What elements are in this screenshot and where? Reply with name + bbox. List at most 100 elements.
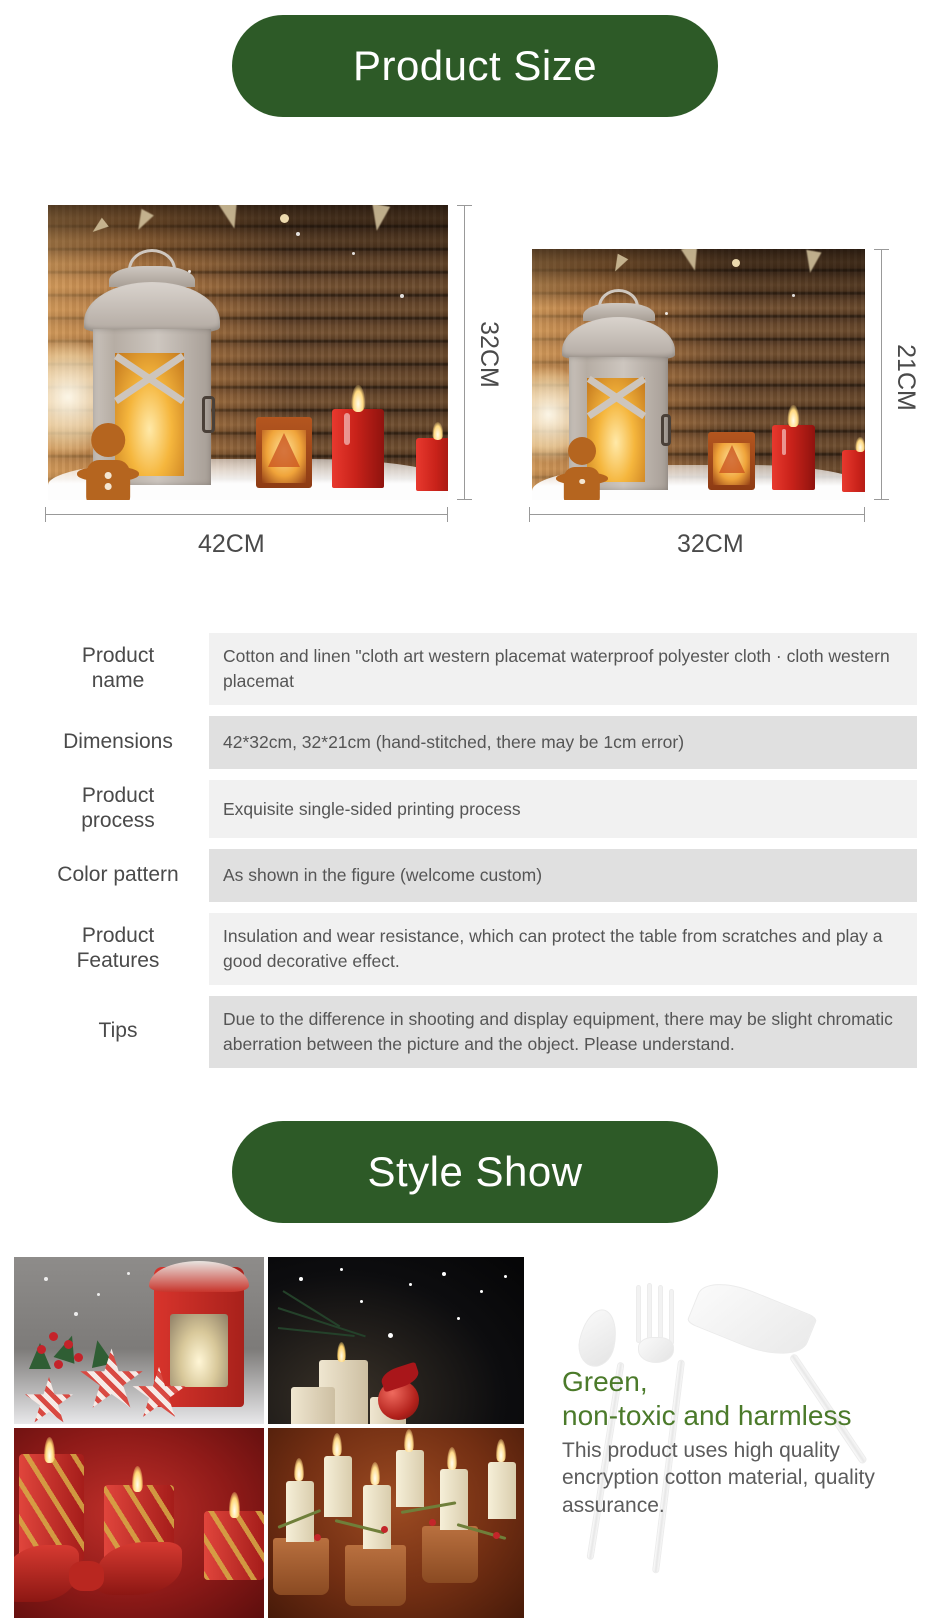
height-ruler-large <box>457 205 472 500</box>
snow-speck <box>480 1289 484 1293</box>
terracotta-pot <box>421 1526 478 1584</box>
lantern-latch <box>202 395 216 434</box>
tealight-holder <box>708 432 756 490</box>
red-lantern <box>148 1261 250 1407</box>
lantern-window-glow <box>170 1314 228 1388</box>
snow-speck <box>408 1283 412 1287</box>
fork-icon <box>636 1284 641 1343</box>
candle-flame <box>337 1341 347 1362</box>
snow-speck <box>74 1311 78 1316</box>
gingerbread-head <box>91 423 125 457</box>
candle-flame <box>495 1438 506 1462</box>
promo-body: This product uses high quality encryptio… <box>562 1438 875 1517</box>
placemat-image-small <box>532 249 865 500</box>
white-pillar-candle <box>291 1386 335 1424</box>
table-row: Product name Cotton and linen "cloth art… <box>33 633 917 705</box>
candle-flame <box>370 1461 381 1485</box>
snow-speck <box>791 294 795 298</box>
white-candle <box>362 1484 391 1550</box>
red-candle-large <box>771 405 816 490</box>
gingerbread-man <box>76 423 140 500</box>
height-label-small: 21CM <box>891 344 920 411</box>
lantern-roof <box>84 282 220 332</box>
snow-speck <box>360 1300 364 1303</box>
spec-key: Product process <box>81 784 155 832</box>
product-size-banner-wrap: Product Size <box>0 15 950 117</box>
gallery-row <box>14 1427 524 1618</box>
snow-speck <box>339 1268 343 1272</box>
gallery-image-votive-pots <box>268 1427 524 1618</box>
lantern-cap <box>148 1261 250 1292</box>
width-label-large: 42CM <box>198 530 265 558</box>
spec-value: Due to the difference in shooting and di… <box>209 995 917 1068</box>
style-show-section: Green, non-toxic and harmless This produ… <box>0 1256 950 1618</box>
table-row: Dimensions 42*32cm, 32*21cm (hand-stitch… <box>33 715 917 769</box>
white-candle <box>488 1461 517 1519</box>
spec-key: Dimensions <box>63 729 173 753</box>
spoon-icon <box>574 1305 622 1370</box>
table-row: Product process Exquisite single-sided p… <box>33 779 917 839</box>
fabric-star-ornament <box>80 1348 143 1408</box>
tree-cutout-icon <box>718 444 745 473</box>
candle-flame <box>229 1492 240 1519</box>
white-candle <box>324 1456 353 1517</box>
candle-flame <box>855 437 865 452</box>
snow-speck <box>296 231 300 236</box>
spec-value: Exquisite single-sided printing process <box>209 779 917 839</box>
gallery-row <box>14 1256 524 1424</box>
snow-speck <box>388 1333 394 1339</box>
red-candle-small <box>416 422 448 492</box>
spec-key: Product name <box>81 644 155 692</box>
candle-flame <box>131 1465 143 1492</box>
red-berry <box>49 1331 58 1341</box>
fork-neck <box>638 1336 674 1363</box>
gingerbread-torso <box>86 460 130 500</box>
snow-speck <box>280 213 289 223</box>
fork-icon <box>669 1288 674 1345</box>
candle-highlight <box>344 413 350 446</box>
promo-text: Green, non-toxic and harmless This produ… <box>562 1365 922 1519</box>
terracotta-pot <box>273 1537 330 1595</box>
white-candle <box>396 1450 425 1508</box>
candle-flame <box>44 1437 55 1464</box>
fir-branch <box>282 1290 341 1328</box>
width-ruler-small <box>529 507 865 522</box>
christmas-lantern-scene-small <box>532 249 865 500</box>
candle-highlight <box>782 428 787 455</box>
snow-speck <box>44 1276 48 1281</box>
spec-value: 42*32cm, 32*21cm (hand-stitched, there m… <box>209 715 917 769</box>
red-berry <box>74 1353 83 1363</box>
fork-icon <box>647 1282 652 1345</box>
table-row: Product Features Insulation and wear res… <box>33 913 917 985</box>
terracotta-pot <box>344 1545 407 1607</box>
product-size-banner-label: Product Size <box>352 42 598 89</box>
fabric-star-ornament <box>25 1376 73 1423</box>
spec-value: As shown in the figure (welcome custom) <box>209 849 917 903</box>
red-candle-small <box>841 437 865 493</box>
gallery-image-night-candles <box>268 1256 524 1424</box>
size-diagram: 32CM 42CM 21CM 32CM <box>0 205 950 605</box>
red-berry <box>314 1533 322 1541</box>
red-gold-candle <box>204 1511 264 1580</box>
spec-value: Cotton and linen "cloth art western plac… <box>209 633 917 705</box>
gingerbread-button <box>579 478 585 485</box>
spec-key: Color pattern <box>57 863 179 887</box>
promo-title: Green, non-toxic and harmless <box>562 1365 922 1433</box>
width-label-small: 32CM <box>677 530 744 558</box>
snow-speck <box>96 1293 100 1297</box>
red-berry <box>36 1345 46 1355</box>
gallery-image-red-lantern <box>14 1256 264 1424</box>
knife-icon <box>686 1272 818 1368</box>
tree-cutout-icon <box>268 432 300 467</box>
spec-value: Insulation and wear resistance, which ca… <box>209 913 917 985</box>
tealight-holder <box>256 417 312 489</box>
snow-speck <box>126 1271 130 1275</box>
snow-speck <box>457 1316 461 1320</box>
style-show-banner: Style Show <box>232 1120 718 1223</box>
specification-table: Product name Cotton and linen "cloth art… <box>33 633 917 1068</box>
snow-speck <box>442 1271 447 1276</box>
product-size-banner: Product Size <box>232 15 718 117</box>
candle-flame <box>293 1457 304 1481</box>
red-berry <box>429 1518 437 1526</box>
lantern-latch <box>660 413 672 446</box>
